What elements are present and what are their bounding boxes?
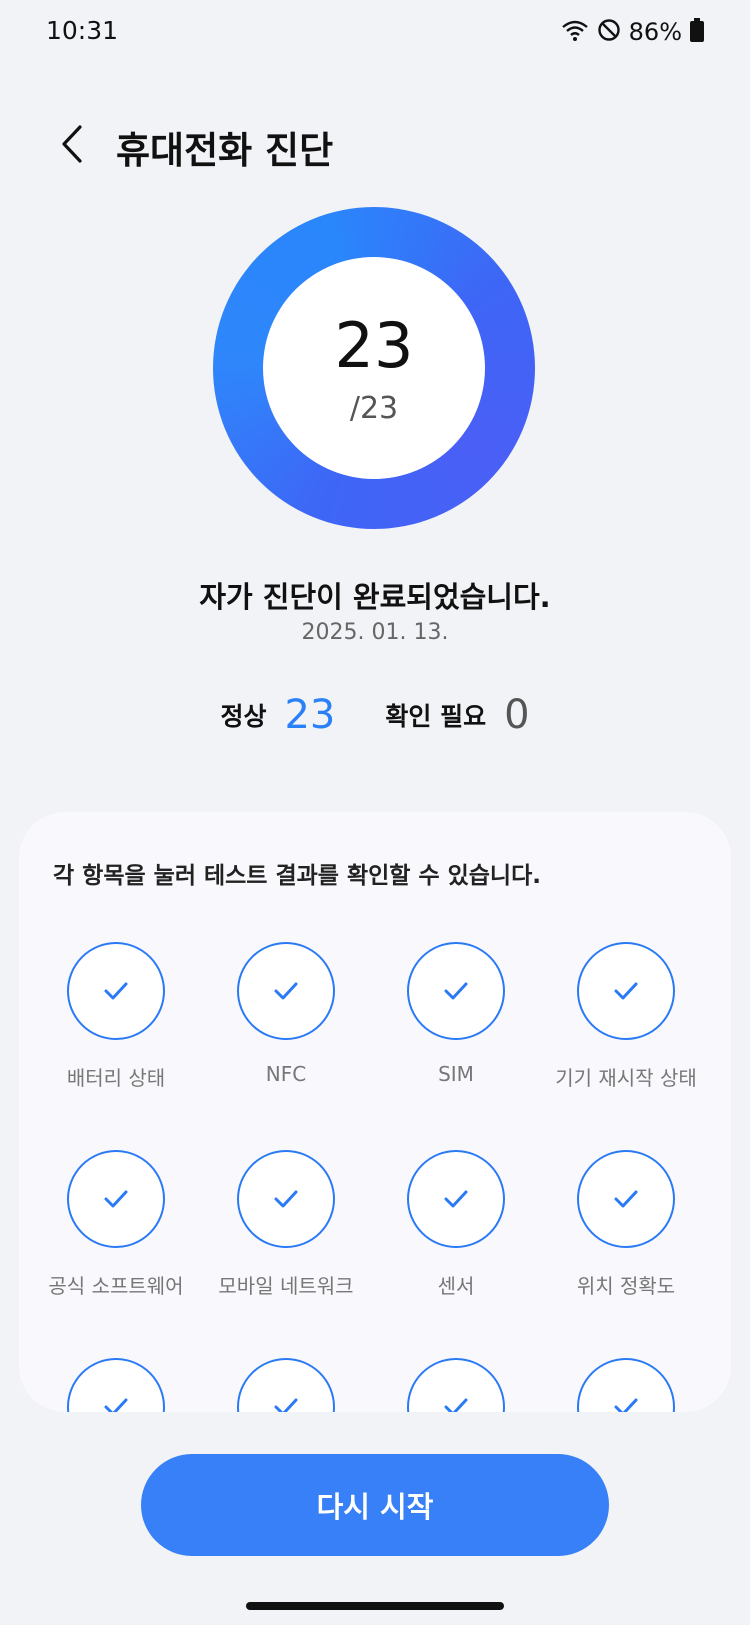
result-date: 2025. 01. 13. [301,620,449,645]
restart-button[interactable]: 다시 시작 [141,1454,609,1556]
check-circle [407,1150,505,1248]
result-message: 자가 진단이 완료되었습니다. [199,580,551,614]
battery-icon [690,18,704,46]
card-description: 각 항목을 눌러 테스트 결과를 확인할 수 있습니다. [53,863,541,889]
home-indicator[interactable] [246,1602,504,1610]
test-item[interactable]: 공식 소프트웨어 [31,1150,201,1299]
check-icon [104,982,128,1000]
test-item[interactable] [371,1358,541,1412]
test-item-label: NFC [265,1062,307,1086]
page-title: 휴대전화 진단 [116,129,334,172]
test-item[interactable]: 배터리 상태 [31,942,201,1091]
test-item-label: 모바일 네트워크 [218,1274,354,1298]
test-item[interactable] [201,1358,371,1412]
check-icon [614,1398,638,1412]
test-item[interactable] [541,1358,711,1412]
test-item-label: SIM [438,1062,474,1086]
test-item[interactable]: 모바일 네트워크 [201,1150,371,1299]
test-item-label: 기기 재시작 상태 [555,1066,697,1090]
check-icon [104,1190,128,1208]
test-item[interactable]: NFC [201,942,371,1086]
normal-label: 정상 [220,702,267,731]
check-icon [274,1190,298,1208]
check-icon [614,982,638,1000]
check-icon [444,1190,468,1208]
check-icon [614,1190,638,1208]
wifi-icon [561,18,589,46]
test-item[interactable] [31,1358,201,1412]
chevron-left-icon [62,125,82,163]
check-circle [67,942,165,1040]
phone-diagnostics-screen: 10:31 86% 휴대전화 진단 23 /23 자가 진단이 완료되었습니다.… [0,0,750,1625]
status-icons: 86% [561,16,704,48]
do-not-disturb-icon [597,18,621,46]
battery-percent: 86% [628,18,682,46]
header: 휴대전화 진단 [0,110,750,180]
check-icon [274,982,298,1000]
score-passed: 23 [334,308,414,382]
test-item[interactable]: 센서 [371,1150,541,1299]
test-item[interactable]: SIM [371,942,541,1086]
test-item-label: 위치 정확도 [576,1274,676,1298]
check-circle [407,942,505,1040]
test-item-label: 배터리 상태 [66,1066,166,1090]
check-circle [237,942,335,1040]
check-icon [104,1398,128,1412]
status-time: 10:31 [46,16,119,45]
check-icon [274,1398,298,1412]
check-needed-count: 0 [504,692,530,738]
check-icon [444,982,468,1000]
check-circle [237,1150,335,1248]
check-circle [577,942,675,1040]
back-button[interactable] [44,116,100,172]
check-circle [407,1358,505,1412]
test-item-label: 센서 [437,1274,475,1298]
score-total: /23 [349,390,399,426]
score-ring: 23 /23 [213,207,535,529]
check-circle [577,1150,675,1248]
normal-count: 23 [284,692,336,738]
check-circle [67,1150,165,1248]
check-circle [237,1358,335,1412]
result-counts: 정상 23 확인 필요 0 [0,690,750,740]
check-circle [577,1358,675,1412]
score-center: 23 /23 [263,257,485,479]
test-item[interactable]: 기기 재시작 상태 [541,942,711,1091]
check-circle [67,1358,165,1412]
check-icon [444,1398,468,1412]
test-item-label: 공식 소프트웨어 [48,1274,184,1298]
status-bar: 10:31 86% [0,0,750,64]
test-item[interactable]: 위치 정확도 [541,1150,711,1299]
test-items-card: 각 항목을 눌러 테스트 결과를 확인할 수 있습니다. 배터리 상태 NFC SI… [19,812,731,1412]
check-needed-label: 확인 필요 [385,702,487,731]
